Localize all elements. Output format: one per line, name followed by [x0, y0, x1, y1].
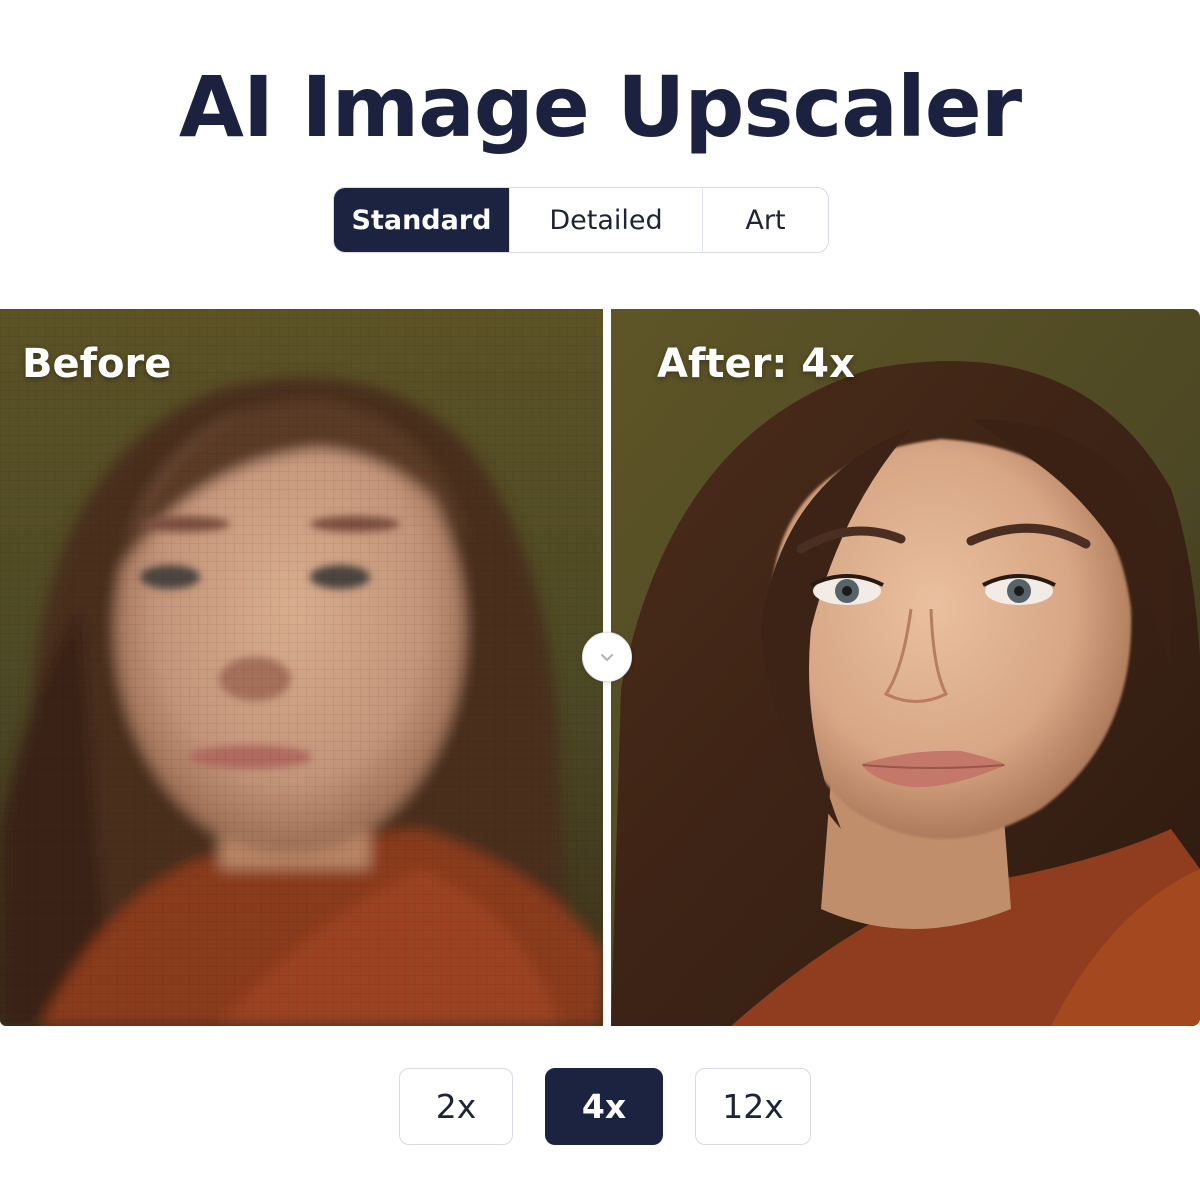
chevron-down-icon — [601, 654, 613, 661]
scale-2x-button[interactable]: 2x — [399, 1068, 513, 1145]
upscaler-page: AI Image Upscaler Standard Detailed Art — [0, 0, 1200, 1200]
before-image: Before — [0, 309, 603, 1026]
before-portrait-graphic — [0, 309, 603, 1026]
comparison-slider-handle[interactable] — [582, 632, 632, 682]
mode-standard-button[interactable]: Standard — [334, 188, 510, 252]
after-portrait-graphic — [611, 309, 1200, 1026]
after-label: After: 4x — [657, 341, 855, 387]
mode-art-button[interactable]: Art — [703, 188, 828, 252]
after-image: After: 4x — [611, 309, 1200, 1026]
page-title: AI Image Upscaler — [178, 58, 1022, 156]
before-after-comparison: Before After: 4x — [0, 309, 1200, 1026]
mode-selector: Standard Detailed Art — [333, 187, 829, 253]
before-label: Before — [22, 341, 172, 387]
scale-4x-button[interactable]: 4x — [545, 1068, 663, 1145]
scale-12x-button[interactable]: 12x — [695, 1068, 811, 1145]
mode-detailed-button[interactable]: Detailed — [510, 188, 703, 252]
